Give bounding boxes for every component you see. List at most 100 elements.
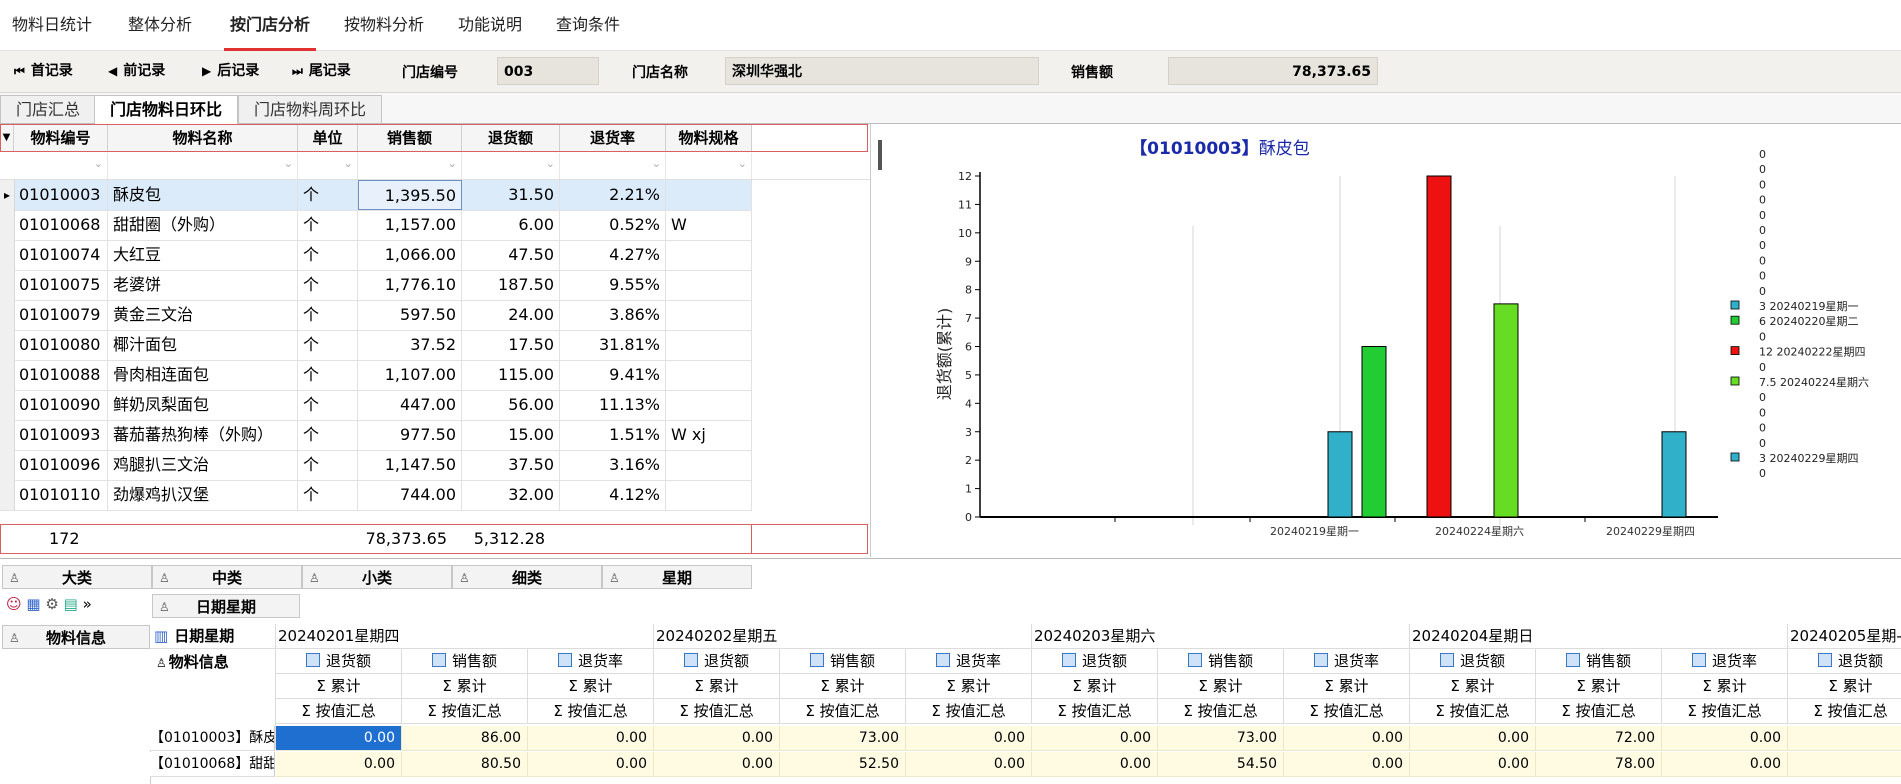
pivot-date-header[interactable]: 20240202星期五 [654,624,1032,649]
cell-unit[interactable]: 个 [298,450,358,480]
cell-sales[interactable]: 447.00 [358,390,462,420]
chart-bar[interactable] [1426,175,1452,518]
cell-return-rate[interactable]: 31.81% [560,330,666,360]
col-header-spec[interactable]: 物料规格 [666,124,752,152]
chart-bar[interactable] [1493,303,1519,518]
store-no-field[interactable]: 003 [497,57,599,85]
table-row[interactable]: 01010088 骨肉相连面包个 1,107.00 115.00 9.41% [0,360,752,391]
pivot-measure-header[interactable]: 销售额 [402,649,528,674]
cell-sales[interactable]: 1,147.50 [358,450,462,480]
pivot-date-header[interactable]: 20240201星期四 [276,624,654,649]
first-record-button[interactable]: ⏮ 首记录 [14,60,73,82]
cell-item-name[interactable]: 甜甜圈（外购） [108,210,298,240]
prev-record-button[interactable]: ◀ 前记录 [108,60,165,82]
cell-return-rate[interactable]: 3.86% [560,300,666,330]
cell-return[interactable]: 37.50 [462,450,560,480]
tab-store-summary[interactable]: 门店汇总 [0,95,96,123]
pivot-measure-header[interactable]: 退货额 [1410,649,1536,674]
cell-unit[interactable]: 个 [298,300,358,330]
chart-bar[interactable] [1327,431,1353,518]
pivot-measure-header[interactable]: 销售额 [780,649,906,674]
menu-item-1[interactable]: 整体分析 [122,0,198,48]
cell-unit[interactable]: 个 [298,270,358,300]
cell-spec[interactable] [666,270,752,300]
cell-return[interactable]: 56.00 [462,390,560,420]
tab-store-item-daily[interactable]: 门店物料日环比 [94,95,238,125]
cell-sales[interactable]: 37.52 [358,330,462,360]
cell-item-name[interactable]: 酥皮包 [108,180,298,210]
col-header-return-rate[interactable]: 退货率 [560,124,666,152]
cell-return[interactable]: 115.00 [462,360,560,390]
cell-unit[interactable]: 个 [298,420,358,450]
row-indicator[interactable] [0,420,15,450]
row-indicator[interactable] [0,450,15,480]
filter-field-1[interactable]: ♙ 中类 [152,565,302,589]
cell-sales[interactable]: 1,157.00 [358,210,462,240]
col-header-item-name[interactable]: 物料名称 [108,124,298,152]
pivot-measure-header[interactable]: 退货额 [1032,649,1158,674]
last-record-button[interactable]: ⏭ 尾记录 [292,60,351,82]
sales-field[interactable]: 78,373.65 [1168,57,1378,85]
cell-item-name[interactable]: 蕃茄蕃热狗棒（外购） [108,420,298,450]
cell-item-name[interactable]: 骨肉相连面包 [108,360,298,390]
cell-return-rate[interactable]: 1.51% [560,420,666,450]
store-name-field[interactable]: 深圳华强北 [725,57,1039,85]
filter-cell-item-code[interactable]: ⌄ [14,153,108,179]
pivot-measure-header[interactable]: 销售额 [1536,649,1662,674]
pivot-row-label[interactable]: 【01010068】甜甜 [150,752,275,777]
pivot-date-header[interactable]: 20240203星期六 [1032,624,1410,649]
cell-return[interactable]: 15.00 [462,420,560,450]
filter-field-2[interactable]: ♙ 小类 [302,565,452,589]
cell-return-rate[interactable]: 4.27% [560,240,666,270]
cell-unit[interactable]: 个 [298,330,358,360]
pivot-cell[interactable]: 78.00 [1536,752,1662,777]
cell-unit[interactable]: 个 [298,480,358,510]
menu-item-2[interactable]: 按门店分析 [224,0,317,51]
user-icon[interactable]: ☺ [6,595,22,613]
row-indicator[interactable] [0,390,15,420]
pivot-cell[interactable]: 0.00 [906,752,1032,777]
cell-spec[interactable] [666,300,752,330]
pivot-cell[interactable]: 0.00 [1032,752,1158,777]
column-field-date-weekday[interactable]: ♙ 日期星期 [152,594,300,618]
pivot-cell[interactable]: 0.00 [654,726,780,751]
filter-icon[interactable]: ⚙ [45,595,58,613]
cell-item-code[interactable]: 01010079 [14,300,108,330]
filter-cell-unit[interactable]: ⌄ [298,153,358,179]
tab-store-item-weekly[interactable]: 门店物料周环比 [238,95,382,123]
row-indicator[interactable]: ▸ [0,180,15,210]
cell-return-rate[interactable]: 11.13% [560,390,666,420]
cell-item-code[interactable]: 01010080 [14,330,108,360]
cell-item-name[interactable]: 劲爆鸡扒汉堡 [108,480,298,510]
table-row[interactable]: 01010110 劲爆鸡扒汉堡个 744.00 32.00 4.12% [0,480,752,511]
pivot-cell[interactable]: 73.00 [1158,726,1284,751]
pivot-measure-header[interactable]: 退货率 [1662,649,1788,674]
cell-spec[interactable] [666,390,752,420]
cell-unit[interactable]: 个 [298,210,358,240]
row-indicator[interactable] [0,240,15,270]
more-icon[interactable]: » [83,595,92,613]
cell-spec[interactable] [666,180,752,210]
cell-item-code[interactable]: 01010074 [14,240,108,270]
grid-scrollbar-thumb[interactable] [878,140,882,170]
pivot-cell[interactable]: 52.50 [780,752,906,777]
pivot-cell[interactable]: 0.00 [1284,752,1410,777]
cell-return[interactable]: 32.00 [462,480,560,510]
filter-cell-item-name[interactable]: ⌄ [108,153,298,179]
cell-unit[interactable]: 个 [298,360,358,390]
cell-item-code[interactable]: 01010003 [14,180,108,210]
pivot-cell[interactable]: 0.00 [528,726,654,751]
cell-sales[interactable]: 977.50 [358,420,462,450]
pivot-measure-header[interactable]: 退货率 [906,649,1032,674]
table-row[interactable]: 01010068 甜甜圈（外购）个 1,157.00 6.00 0.52% W [0,210,752,241]
table-row[interactable]: 01010080 椰汁面包个 37.52 17.50 31.81% [0,330,752,361]
pivot-row-label[interactable]: 【01010003】酥皮 [150,726,275,751]
cell-unit[interactable]: 个 [298,240,358,270]
row-field-item-info[interactable]: ♙ 物料信息 [2,625,150,649]
pivot-cell[interactable]: 0.00 [276,752,402,777]
pivot-cell[interactable]: 0.00 [1410,726,1536,751]
cell-spec[interactable] [666,240,752,270]
pivot-cell[interactable]: 73.00 [780,726,906,751]
cell-item-name[interactable]: 椰汁面包 [108,330,298,360]
cell-sales[interactable]: 1,066.00 [358,240,462,270]
